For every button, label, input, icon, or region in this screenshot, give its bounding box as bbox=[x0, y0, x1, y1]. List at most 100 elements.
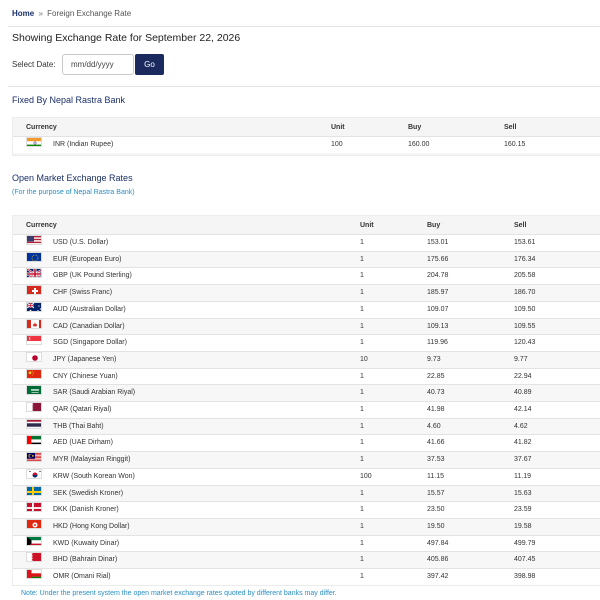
cell-unit: 1 bbox=[360, 255, 364, 263]
flag-ca-icon bbox=[26, 318, 42, 329]
table-row: OMR (Omani Rial) 1 397.42 398.98 bbox=[13, 568, 600, 585]
table-row: KWD (Kuwaity Dinar) 1 497.84 499.79 bbox=[13, 534, 600, 552]
table-row: QAR (Qatari Riyal) 1 41.98 42.14 bbox=[13, 401, 600, 418]
flag-qa-icon bbox=[26, 402, 42, 412]
rates-note: Note: Under the present system the open … bbox=[21, 590, 337, 597]
breadcrumb-separator: » bbox=[38, 9, 43, 18]
cell-currency: CNY (Chinese Yuan) bbox=[53, 372, 118, 380]
cell-unit: 1 bbox=[360, 272, 364, 280]
cell-currency: CHF (Swiss Franc) bbox=[53, 289, 113, 297]
flag-th-icon bbox=[26, 418, 42, 429]
table-row: GBP (UK Pound Sterling) 1 204.78 205.58 bbox=[13, 267, 600, 285]
cell-unit: 1 bbox=[360, 539, 364, 547]
breadcrumb-current: Foreign Exchange Rate bbox=[47, 9, 132, 18]
cell-unit: 1 bbox=[360, 489, 364, 497]
cell-sell: 42.14 bbox=[514, 406, 532, 413]
cell-unit: 1 bbox=[360, 322, 364, 330]
header-unit: Unit bbox=[331, 124, 345, 131]
cell-unit: 100 bbox=[360, 472, 372, 480]
cell-unit: 1 bbox=[360, 389, 364, 397]
table-row: CNY (Chinese Yuan) 1 22.85 22.94 bbox=[13, 367, 600, 385]
cell-currency: OMR (Omani Rial) bbox=[53, 573, 111, 580]
cell-buy: 23.50 bbox=[427, 506, 445, 514]
cell-currency: AED (UAE Dirham) bbox=[53, 439, 113, 447]
cell-buy: 497.84 bbox=[427, 539, 449, 547]
cell-buy: 160.00 bbox=[408, 141, 430, 148]
flag-my-icon bbox=[26, 452, 42, 463]
cell-buy: 397.42 bbox=[427, 573, 449, 580]
cell-buy: 405.86 bbox=[427, 556, 449, 564]
table-row: SAR (Saudi Arabian Riyal) 1 40.73 40.89 bbox=[13, 384, 600, 402]
cell-currency: MYR (Malaysian Ringgit) bbox=[53, 456, 131, 464]
flag-sg-icon bbox=[26, 335, 42, 346]
cell-unit: 1 bbox=[360, 289, 364, 297]
cell-buy: 204.78 bbox=[427, 272, 449, 280]
cell-sell: 40.89 bbox=[514, 389, 532, 397]
cell-buy: 37.53 bbox=[427, 456, 445, 464]
cell-sell: 41.82 bbox=[514, 439, 532, 447]
flag-se-icon bbox=[26, 485, 42, 496]
cell-buy: 4.60 bbox=[427, 422, 441, 430]
table-row: KRW (South Korean Won) 100 11.15 11.19 bbox=[13, 467, 600, 485]
cell-currency: DKK (Danish Kroner) bbox=[53, 506, 119, 514]
cell-sell: 160.15 bbox=[504, 141, 526, 148]
date-input[interactable]: mm/dd/yyyy bbox=[62, 53, 134, 75]
table-row: CHF (Swiss Franc) 1 185.97 186.70 bbox=[13, 284, 600, 302]
flag-dk-icon bbox=[26, 502, 42, 513]
cell-buy: 15.57 bbox=[427, 489, 445, 497]
open-market-subtitle: (For the purpose of Nepal Rastra Bank) bbox=[12, 189, 135, 196]
cell-unit: 100 bbox=[331, 141, 343, 148]
flag-cn-icon bbox=[26, 368, 42, 379]
flag-jp-icon bbox=[26, 351, 42, 362]
cell-sell: 9.77 bbox=[514, 355, 528, 363]
cell-sell: 398.98 bbox=[514, 573, 536, 580]
cell-unit: 1 bbox=[360, 522, 364, 530]
cell-buy: 109.07 bbox=[427, 305, 449, 313]
cell-sell: 499.79 bbox=[514, 539, 536, 547]
flag-hk-icon bbox=[26, 518, 42, 529]
flag-kr-icon bbox=[26, 468, 42, 479]
nrb-rates-table: Currency Unit Buy Sell INR (Indian Rupee… bbox=[12, 117, 600, 156]
cell-sell: 19.58 bbox=[514, 522, 532, 530]
cell-unit: 1 bbox=[360, 339, 364, 347]
table-row: INR (Indian Rupee) 100 160.00 160.15 bbox=[13, 136, 600, 153]
flag-kw-icon bbox=[26, 535, 42, 546]
date-filter: Select Date: mm/dd/yyyy Go bbox=[12, 53, 164, 75]
page-title-cutoff bbox=[0, 0, 600, 6]
cell-unit: 1 bbox=[360, 239, 364, 246]
cell-buy: 40.73 bbox=[427, 389, 445, 397]
cell-currency: HKD (Hong Kong Dollar) bbox=[53, 522, 130, 530]
cell-unit: 10 bbox=[360, 355, 368, 363]
table-row: HKD (Hong Kong Dollar) 1 19.50 19.58 bbox=[13, 517, 600, 535]
cell-unit: 1 bbox=[360, 372, 364, 380]
cell-sell: 22.94 bbox=[514, 372, 532, 380]
cell-currency: BHD (Bahrain Dinar) bbox=[53, 556, 118, 564]
cell-unit: 1 bbox=[360, 422, 364, 430]
cell-buy: 119.96 bbox=[427, 339, 448, 347]
cell-sell: 109.50 bbox=[514, 305, 536, 313]
table-row: BHD (Bahrain Dinar) 1 405.86 407.45 bbox=[13, 551, 600, 569]
cell-currency: EUR (European Euro) bbox=[53, 255, 122, 263]
divider bbox=[8, 86, 600, 87]
flag-gb-icon bbox=[26, 268, 42, 279]
exchange-rate-heading: Showing Exchange Rate for September 22, … bbox=[12, 32, 241, 44]
cell-buy: 41.66 bbox=[427, 439, 445, 447]
cell-sell: 407.45 bbox=[514, 556, 536, 564]
breadcrumb-home-link[interactable]: Home bbox=[12, 9, 34, 18]
cell-currency: SGD (Singapore Dollar) bbox=[53, 339, 127, 347]
cell-unit: 1 bbox=[360, 439, 364, 447]
flag-us-icon bbox=[26, 235, 42, 245]
cell-sell: 153.61 bbox=[514, 239, 536, 246]
table-row: MYR (Malaysian Ringgit) 1 37.53 37.67 bbox=[13, 451, 600, 469]
header-sell: Sell bbox=[504, 124, 517, 131]
table-row: SEK (Swedish Kroner) 1 15.57 15.63 bbox=[13, 484, 600, 502]
cell-sell: 120.43 bbox=[514, 339, 536, 347]
cell-buy: 11.15 bbox=[427, 472, 444, 480]
cell-currency: KRW (South Korean Won) bbox=[53, 472, 135, 480]
header-buy: Buy bbox=[408, 124, 422, 131]
cell-buy: 9.73 bbox=[427, 355, 441, 363]
go-button[interactable]: Go bbox=[135, 53, 164, 75]
cell-sell: 186.70 bbox=[514, 289, 536, 297]
cell-buy: 41.98 bbox=[427, 406, 445, 413]
open-market-rates-table: Currency Unit Buy Sell USD (U.S. Dollar)… bbox=[12, 215, 600, 586]
